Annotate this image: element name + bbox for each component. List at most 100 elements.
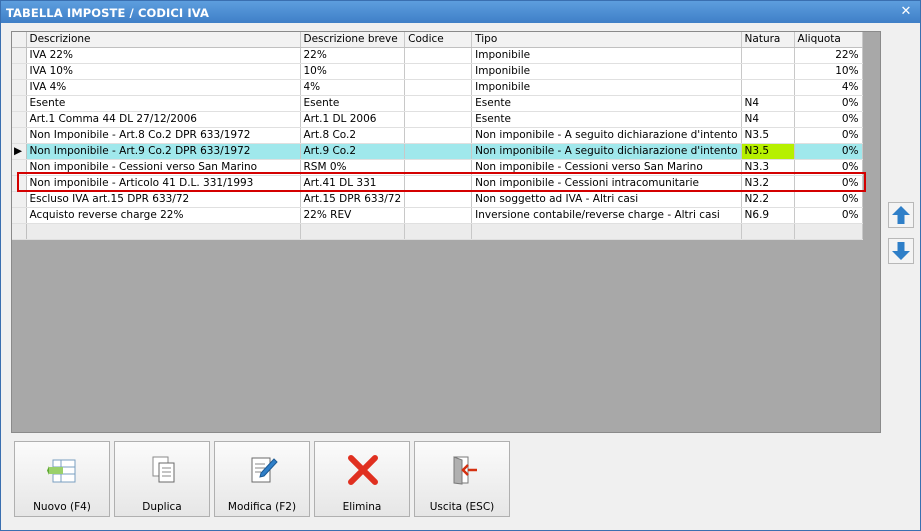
row-indicator[interactable] — [12, 127, 27, 144]
move-down-button[interactable] — [888, 238, 914, 264]
cell-codice[interactable] — [404, 159, 473, 176]
cell-descrizione-breve[interactable]: 10% — [300, 63, 406, 80]
cell-codice[interactable] — [404, 47, 473, 64]
cell-descrizione[interactable]: Acquisto reverse charge 22% — [26, 207, 301, 224]
close-icon[interactable]: ✕ — [898, 4, 914, 20]
cell-codice[interactable] — [404, 175, 473, 192]
cell-aliquota[interactable]: 0% — [794, 127, 863, 144]
cell-descrizione-breve[interactable]: Art.9 Co.2 — [300, 143, 406, 160]
cell-tipo[interactable]: Non imponibile - Cessioni verso San Mari… — [471, 159, 742, 176]
row-indicator[interactable] — [12, 159, 27, 176]
header-descrizione-breve[interactable]: Descrizione breve — [300, 32, 406, 48]
cell-aliquota[interactable]: 0% — [794, 159, 863, 176]
header-descrizione[interactable]: Descrizione — [26, 32, 301, 48]
edit-button[interactable]: Modifica (F2) — [214, 441, 310, 517]
cell-descrizione[interactable]: IVA 4% — [26, 79, 301, 96]
cell-descrizione[interactable]: Art.1 Comma 44 DL 27/12/2006 — [26, 111, 301, 128]
cell-descrizione[interactable]: Escluso IVA art.15 DPR 633/72 — [26, 191, 301, 208]
table-row[interactable]: Esente Esente Esente N4 0% — [12, 95, 863, 112]
table-row[interactable]: Non imponibile - Articolo 41 D.L. 331/19… — [12, 175, 863, 192]
header-codice[interactable]: Codice — [404, 32, 473, 48]
table-row[interactable]: Escluso IVA art.15 DPR 633/72 Art.15 DPR … — [12, 191, 863, 208]
table-row[interactable]: Art.1 Comma 44 DL 27/12/2006 Art.1 DL 200… — [12, 111, 863, 128]
cell-codice[interactable] — [404, 79, 473, 96]
row-indicator[interactable] — [12, 111, 27, 128]
cell-aliquota[interactable]: 4% — [794, 79, 863, 96]
cell-tipo[interactable]: Esente — [471, 111, 742, 128]
table-row[interactable]: ▶ Non Imponibile - Art.9 Co.2 DPR 633/197… — [12, 143, 863, 160]
cell-descrizione-breve[interactable]: Art.1 DL 2006 — [300, 111, 406, 128]
cell-natura[interactable]: N3.2 — [741, 175, 795, 192]
row-indicator[interactable]: ▶ — [12, 143, 27, 160]
cell-codice[interactable] — [404, 191, 473, 208]
table-row[interactable]: Acquisto reverse charge 22% 22% REV Invers… — [12, 207, 863, 224]
cell-natura[interactable]: N3.5 — [741, 127, 795, 144]
delete-button[interactable]: Elimina — [314, 441, 410, 517]
cell-descrizione-breve[interactable]: 4% — [300, 79, 406, 96]
cell-descrizione-breve[interactable]: 22% — [300, 47, 406, 64]
table-row[interactable]: IVA 10% 10% Imponibile 10% — [12, 63, 863, 80]
cell-tipo[interactable]: Non imponibile - Cessioni intracomunitar… — [471, 175, 742, 192]
cell-descrizione-breve[interactable]: Art.41 DL 331 — [300, 175, 406, 192]
cell-aliquota[interactable]: 0% — [794, 191, 863, 208]
duplicate-button[interactable]: Duplica — [114, 441, 210, 517]
cell-codice[interactable] — [404, 95, 473, 112]
row-indicator[interactable] — [12, 175, 27, 192]
cell-aliquota[interactable]: 0% — [794, 95, 863, 112]
new-button[interactable]: Nuovo (F4) — [14, 441, 110, 517]
row-indicator[interactable] — [12, 47, 27, 64]
cell-aliquota[interactable]: 0% — [794, 143, 863, 160]
cell-tipo[interactable]: Imponibile — [471, 79, 742, 96]
cell-descrizione[interactable]: IVA 22% — [26, 47, 301, 64]
cell-descrizione[interactable]: Non imponibile - Articolo 41 D.L. 331/19… — [26, 175, 301, 192]
cell-natura[interactable]: N3.3 — [741, 159, 795, 176]
cell-descrizione[interactable]: Esente — [26, 95, 301, 112]
table-row[interactable]: Non Imponibile - Art.8 Co.2 DPR 633/1972… — [12, 127, 863, 144]
cell-codice[interactable] — [404, 207, 473, 224]
cell-descrizione-breve[interactable]: RSM 0% — [300, 159, 406, 176]
cell-descrizione[interactable]: Non imponibile - Cessioni verso San Mari… — [26, 159, 301, 176]
cell-tipo[interactable]: Imponibile — [471, 63, 742, 80]
exit-button[interactable]: Uscita (ESC) — [414, 441, 510, 517]
cell-tipo[interactable]: Non soggetto ad IVA - Altri casi — [471, 191, 742, 208]
cell-tipo[interactable]: Non imponibile - A seguito dichiarazione… — [471, 127, 742, 144]
row-indicator[interactable] — [12, 95, 27, 112]
cell-natura[interactable] — [741, 63, 795, 80]
cell-natura[interactable] — [741, 79, 795, 96]
cell-aliquota[interactable]: 0% — [794, 207, 863, 224]
cell-natura[interactable]: N6.9 — [741, 207, 795, 224]
cell-aliquota[interactable]: 22% — [794, 47, 863, 64]
cell-codice[interactable] — [404, 127, 473, 144]
row-indicator[interactable] — [12, 79, 27, 96]
header-tipo[interactable]: Tipo — [471, 32, 742, 48]
cell-tipo[interactable]: Inversione contabile/reverse charge - Al… — [471, 207, 742, 224]
cell-descrizione[interactable]: Non Imponibile - Art.9 Co.2 DPR 633/1972 — [26, 143, 301, 160]
cell-descrizione[interactable]: Non Imponibile - Art.8 Co.2 DPR 633/1972 — [26, 127, 301, 144]
table-row[interactable]: IVA 22% 22% Imponibile 22% — [12, 47, 863, 64]
row-indicator[interactable] — [12, 63, 27, 80]
cell-natura[interactable]: N2.2 — [741, 191, 795, 208]
cell-tipo[interactable]: Esente — [471, 95, 742, 112]
header-aliquota[interactable]: Aliquota — [794, 32, 863, 48]
move-up-button[interactable] — [888, 202, 914, 228]
cell-descrizione-breve[interactable]: Esente — [300, 95, 406, 112]
cell-descrizione-breve[interactable]: 22% REV — [300, 207, 406, 224]
cell-tipo[interactable]: Imponibile — [471, 47, 742, 64]
cell-codice[interactable] — [404, 63, 473, 80]
cell-aliquota[interactable]: 0% — [794, 111, 863, 128]
cell-aliquota[interactable]: 10% — [794, 63, 863, 80]
row-indicator[interactable] — [12, 207, 27, 224]
cell-natura[interactable]: N4 — [741, 111, 795, 128]
cell-tipo[interactable]: Non imponibile - A seguito dichiarazione… — [471, 143, 742, 160]
cell-descrizione[interactable]: IVA 10% — [26, 63, 301, 80]
cell-natura[interactable] — [741, 47, 795, 64]
table-row[interactable]: Non imponibile - Cessioni verso San Mari… — [12, 159, 863, 176]
cell-aliquota[interactable]: 0% — [794, 175, 863, 192]
cell-descrizione-breve[interactable]: Art.15 DPR 633/72 — [300, 191, 406, 208]
table-row[interactable]: IVA 4% 4% Imponibile 4% — [12, 79, 863, 96]
cell-natura[interactable]: N4 — [741, 95, 795, 112]
cell-descrizione-breve[interactable]: Art.8 Co.2 — [300, 127, 406, 144]
row-indicator[interactable] — [12, 191, 27, 208]
cell-codice[interactable] — [404, 143, 473, 160]
cell-codice[interactable] — [404, 111, 473, 128]
